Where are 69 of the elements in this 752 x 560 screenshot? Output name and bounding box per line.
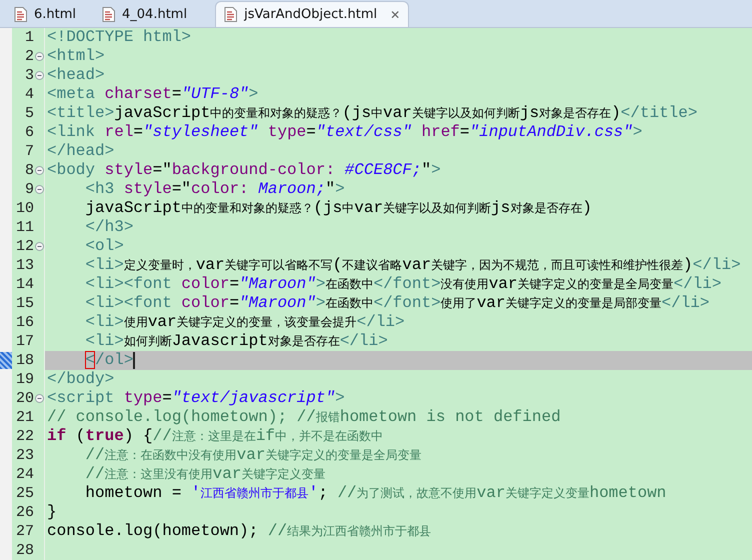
line-number: 9 — [24, 181, 34, 198]
fold-minus-icon[interactable] — [34, 52, 44, 61]
code-line: <script type="text/javascript"> — [47, 389, 345, 408]
line-number: 22 — [14, 428, 34, 445]
code-line: //注意：在函数中没有使用var关键字定义的变量是全局变量 — [84, 446, 422, 465]
line-number: 12 — [14, 238, 34, 255]
line-number: 5 — [24, 105, 34, 122]
line-number: 6 — [24, 124, 34, 141]
line-number: 20 — [14, 390, 34, 407]
fold-minus-icon[interactable] — [34, 185, 44, 194]
code-line: if (true) {//注意：这里是在if中，并不是在函数中 — [47, 427, 384, 446]
code-line: <link rel="stylesheet" type="text/css" href="inputAndDiv.css"> — [47, 123, 642, 142]
code-line: //注意：这里没有使用var关键字定义变量 — [84, 465, 326, 484]
html-file-icon — [102, 7, 116, 22]
line-number: 3 — [24, 67, 34, 84]
code-line: javaScript中的变量和对象的疑惑？(js中var关键字以及如何判断js对象是否存在) — [84, 199, 592, 218]
code-line: </head> — [47, 142, 114, 161]
fold-minus-icon[interactable] — [34, 71, 44, 80]
code-line: </ol> — [84, 351, 134, 370]
line-number: 24 — [14, 466, 34, 483]
code-line: <li>定义变量时，var关键字可以省略不写(不建议省略var关键字，因为不规范，而且可读性和维护性很差)</li> — [84, 256, 741, 275]
code-line: <ol> — [84, 237, 124, 256]
code-line: <body style="background-color: #CCE8CF;"> — [47, 161, 441, 180]
line-number: 11 — [14, 219, 34, 236]
fold-minus-icon[interactable] — [34, 394, 44, 403]
line-number: 28 — [14, 542, 34, 559]
line-number: 8 — [24, 162, 34, 179]
code-line: // console.log(hometown); //报错hometown is not defined — [47, 408, 561, 427]
code-line: } — [47, 503, 57, 522]
line-number: 19 — [14, 371, 34, 388]
line-number: 13 — [14, 257, 34, 274]
code-line: <li><font color="Maroon">在函数中</font>使用了var关键字定义的变量是局部变量</li> — [84, 294, 710, 313]
line-number: 21 — [14, 409, 34, 426]
html-file-icon — [224, 7, 238, 22]
code-line: <li>如何判断Javascript对象是否存在</li> — [84, 332, 388, 351]
code-line: <head> — [47, 66, 105, 85]
line-number: 18 — [14, 352, 34, 369]
file-tab[interactable]: 6.html — [6, 2, 92, 27]
file-tab[interactable]: 4_04.html — [94, 2, 204, 27]
line-number: 14 — [14, 276, 34, 293]
code-line: <!DOCTYPE html> — [47, 28, 192, 47]
code-line: <h3 style="color: Maroon;"> — [84, 180, 345, 199]
code-line: console.log(hometown); //结果为江西省赣州市于都县 — [47, 522, 432, 541]
close-tab-button[interactable]: ✕ — [390, 8, 400, 22]
file-tab[interactable]: jsVarAndObject.html ✕ — [215, 1, 410, 27]
code-line: <html> — [47, 47, 105, 66]
code-line: <title>javaScript中的变量和对象的疑惑？(js中var关键字以及如何判断js对象是否存在)</title> — [47, 104, 698, 123]
line-number: 15 — [14, 295, 34, 312]
line-number: 27 — [14, 523, 34, 540]
line-number: 2 — [24, 48, 34, 65]
line-number: 16 — [14, 314, 34, 331]
line-number: 23 — [14, 447, 34, 464]
line-number: 26 — [14, 504, 34, 521]
line-number: 4 — [24, 86, 34, 103]
fold-minus-icon[interactable] — [34, 242, 44, 251]
line-number: 7 — [24, 143, 34, 160]
code-line: </body> — [47, 370, 114, 389]
code-line: <li>使用var关键字定义的变量，该变量会提升</li> — [84, 313, 405, 332]
bracket-match-highlight: < — [85, 351, 96, 369]
code-line: <meta charset="UTF-8"> — [47, 85, 258, 104]
line-number: 17 — [14, 333, 34, 350]
line-number: 1 — [24, 29, 34, 46]
line-number: 25 — [14, 485, 34, 502]
line-number: 10 — [14, 200, 34, 217]
code-line: <li><font color="Maroon">在函数中</font>没有使用var关键字定义的变量是全局变量</li> — [84, 275, 722, 294]
fold-minus-icon[interactable] — [34, 166, 44, 175]
code-line: </h3> — [84, 218, 134, 237]
html-file-icon — [14, 7, 27, 22]
code-line: hometown = '江西省赣州市于都县'; //为了测试，故意不使用var关键字定义变量hometown — [84, 484, 666, 503]
